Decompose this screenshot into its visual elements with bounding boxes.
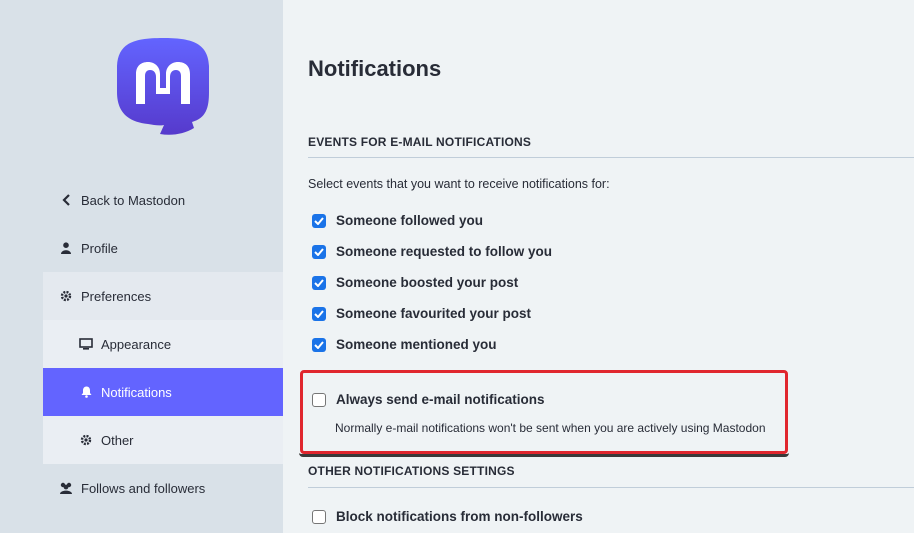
checkbox-unchecked[interactable] [312, 392, 326, 407]
sidebar-item-appearance[interactable]: Appearance [43, 320, 283, 368]
sidebar-item-label: Follows and followers [81, 480, 206, 496]
option-boosted[interactable]: Someone boosted your post [312, 275, 518, 290]
desktop-icon [79, 338, 93, 350]
email-section-hint: Select events that you want to receive n… [308, 177, 610, 191]
sidebar-item-label: Notifications [101, 384, 172, 400]
gear-icon [59, 290, 73, 302]
option-label: Someone favourited your post [336, 306, 532, 321]
option-block-non-followers[interactable]: Block notifications from non-followers [312, 509, 583, 524]
sidebar-item-back[interactable]: Back to Mastodon [43, 176, 283, 224]
option-label: Someone requested to follow you [336, 244, 553, 259]
bell-icon [79, 386, 93, 398]
checkbox-checked[interactable] [312, 213, 326, 228]
checkbox-checked[interactable] [312, 244, 326, 259]
mastodon-logo[interactable] [114, 36, 212, 136]
sidebar: Back to Mastodon Profile Preferences App… [0, 0, 283, 533]
sidebar-item-label: Appearance [101, 336, 172, 352]
sidebar-item-other[interactable]: Other [43, 416, 283, 464]
option-label: Someone mentioned you [336, 337, 497, 352]
divider [308, 487, 914, 488]
sidebar-item-label: Back to Mastodon [81, 192, 186, 208]
option-always-send[interactable]: Always send e-mail notifications [312, 392, 545, 407]
option-favourited[interactable]: Someone favourited your post [312, 306, 531, 321]
gear-icon [79, 434, 93, 446]
option-description: Normally e-mail notifications won't be s… [335, 421, 766, 435]
sidebar-item-label: Preferences [81, 288, 152, 304]
user-icon [59, 242, 73, 254]
checkbox-checked[interactable] [312, 275, 326, 290]
option-follow-request[interactable]: Someone requested to follow you [312, 244, 552, 259]
checkbox-checked[interactable] [312, 306, 326, 321]
sidebar-item-label: Other [101, 432, 134, 448]
other-section-heading: OTHER NOTIFICATIONS SETTINGS [308, 464, 515, 478]
sidebar-item-preferences[interactable]: Preferences [43, 272, 283, 320]
sidebar-item-follows[interactable]: Follows and followers [43, 464, 283, 512]
page-title: Notifications [308, 56, 442, 81]
option-followed[interactable]: Someone followed you [312, 213, 483, 228]
option-label: Someone followed you [336, 213, 484, 228]
chevron-left-icon [59, 194, 73, 206]
highlight-box [300, 370, 788, 454]
main-content: Notifications EVENTS FOR E-MAIL NOTIFICA… [283, 0, 914, 533]
divider [308, 157, 914, 158]
sidebar-item-notifications[interactable]: Notifications [43, 368, 283, 416]
option-mentioned[interactable]: Someone mentioned you [312, 337, 497, 352]
option-label: Someone boosted your post [336, 275, 519, 290]
sidebar-item-profile[interactable]: Profile [43, 224, 283, 272]
checkbox-checked[interactable] [312, 337, 326, 352]
checkbox-unchecked[interactable] [312, 509, 326, 524]
sidebar-item-label: Profile [81, 240, 118, 256]
option-label: Block notifications from non-followers [336, 509, 583, 524]
users-icon [59, 482, 73, 494]
option-label: Always send e-mail notifications [336, 392, 545, 407]
email-section-heading: EVENTS FOR E-MAIL NOTIFICATIONS [308, 135, 532, 149]
